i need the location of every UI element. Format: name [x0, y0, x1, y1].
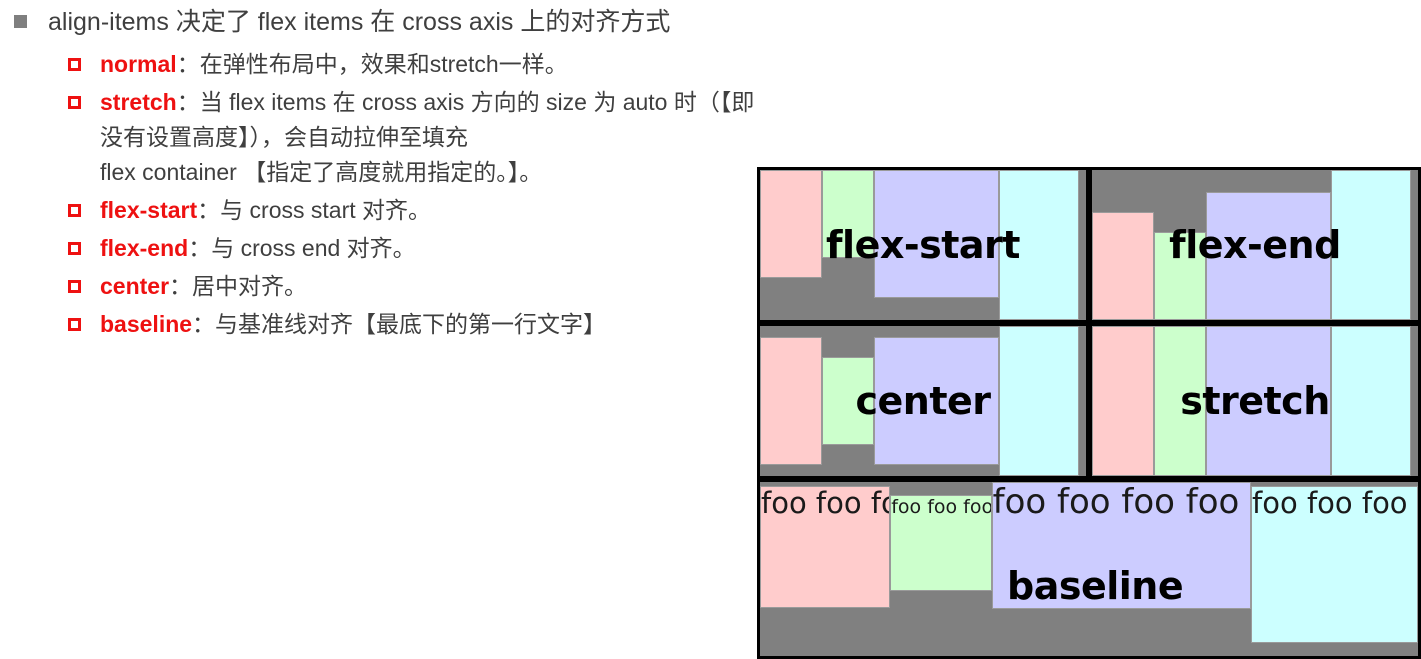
outline-item-separator: ： — [176, 51, 200, 77]
outline-item-body: normal：在弹性布局中，效果和stretch一样。 — [100, 47, 568, 82]
demo-panel-flex-start: flex-start — [757, 167, 1089, 323]
demo-box-green — [822, 170, 874, 258]
outline-item-separator: ： — [176, 89, 200, 115]
outline-item-body: flex-end：与 cross end 对齐。 — [100, 231, 416, 266]
outline-level1-item: align-items 决定了 flex items 在 cross axis … — [0, 6, 760, 39]
demo-box-text: foo foo foo — [891, 496, 992, 518]
outline-level1-text: align-items 决定了 flex items 在 cross axis … — [48, 8, 671, 36]
demo-box-green — [1154, 326, 1206, 476]
demo-box-cyan — [1331, 326, 1411, 476]
demo-panel-baseline: baseline foo foo foo foo foo foo foo foo… — [757, 479, 1421, 659]
filled-square-bullet-icon — [14, 15, 27, 28]
outline-item-baseline: baseline：与基准线对齐【最底下的第一行文字】 — [0, 307, 760, 342]
outline-item-keyword: flex-start — [100, 197, 198, 223]
outline-item-desc: 与 cross end 对齐。 — [211, 235, 416, 261]
hollow-square-bullet-icon — [68, 204, 81, 217]
demo-box-purple — [874, 170, 999, 298]
demo-box-purple: foo foo foo foo foo — [991, 482, 1252, 609]
demo-box-green — [822, 357, 874, 445]
outline-list: align-items 决定了 flex items 在 cross axis … — [0, 0, 760, 345]
demo-box-text: foo foo foo — [1252, 486, 1408, 520]
outline-item-desc: 居中对齐。 — [192, 273, 308, 299]
outline-item-stretch: stretch：当 flex items 在 cross axis 方向的 si… — [0, 85, 760, 190]
demo-box-pink — [1092, 212, 1154, 320]
outline-item-flex-end: flex-end：与 cross end 对齐。 — [0, 231, 760, 266]
demo-box-green: foo foo foo — [890, 495, 992, 591]
demo-box-purple — [1206, 192, 1331, 320]
demo-box-text: foo foo foo foo foo — [992, 482, 1250, 522]
demo-row-middle: center stretch — [757, 323, 1421, 479]
hollow-square-bullet-icon — [68, 242, 81, 255]
outline-item-desc-continued: flex container 【指定了高度就用指定的。】。 — [100, 159, 543, 185]
outline-item-separator: ： — [188, 235, 212, 261]
outline-item-separator: ： — [169, 273, 193, 299]
outline-item-body: flex-start：与 cross start 对齐。 — [100, 193, 431, 228]
outline-item-desc: 与 cross start 对齐。 — [220, 197, 432, 223]
demo-box-cyan: foo foo foo — [1251, 486, 1418, 643]
demo-box-text: foo foo foo — [761, 486, 889, 520]
outline-item-keyword: flex-end — [100, 235, 189, 261]
outline-item-normal: normal：在弹性布局中，效果和stretch一样。 — [0, 47, 760, 82]
outline-item-desc: 在弹性布局中，效果和stretch一样。 — [199, 51, 568, 77]
demo-box-green — [1154, 232, 1206, 320]
outline-item-separator: ： — [197, 197, 221, 223]
outline-item-keyword: center — [100, 273, 170, 299]
outline-item-separator: ： — [192, 311, 216, 337]
demo-box-pink — [1092, 326, 1154, 476]
outline-item-keyword: baseline — [100, 311, 193, 337]
outline-item-desc: 与基准线对齐【最底下的第一行文字】 — [215, 311, 607, 337]
demo-box-purple — [1206, 326, 1331, 476]
demo-panel-stretch: stretch — [1089, 323, 1421, 479]
hollow-square-bullet-icon — [68, 318, 81, 331]
demo-row-bottom: baseline foo foo foo foo foo foo foo foo… — [757, 479, 1421, 659]
outline-item-center: center：居中对齐。 — [0, 269, 760, 304]
hollow-square-bullet-icon — [68, 96, 81, 109]
demo-row-top: flex-start flex-end — [757, 167, 1421, 323]
demo-panel-flex-end: flex-end — [1089, 167, 1421, 323]
outline-item-body: center：居中对齐。 — [100, 269, 307, 304]
align-items-demo-figure: flex-start flex-end center stretch basel… — [757, 167, 1421, 659]
demo-box-purple — [874, 337, 999, 465]
demo-panel-center: center — [757, 323, 1089, 479]
demo-box-cyan — [999, 170, 1079, 320]
outline-item-keyword: normal — [100, 51, 177, 77]
demo-box-pink — [760, 170, 822, 278]
outline-item-keyword: stretch — [100, 89, 177, 115]
demo-box-cyan — [999, 326, 1079, 476]
hollow-square-bullet-icon — [68, 280, 81, 293]
demo-box-pink: foo foo foo — [760, 486, 891, 608]
hollow-square-bullet-icon — [68, 58, 81, 71]
demo-box-pink — [760, 337, 822, 465]
demo-box-cyan — [1331, 170, 1411, 320]
outline-item-body: baseline：与基准线对齐【最底下的第一行文字】 — [100, 307, 606, 342]
outline-item-body: stretch：当 flex items 在 cross axis 方向的 si… — [100, 85, 760, 190]
outline-item-flex-start: flex-start：与 cross start 对齐。 — [0, 193, 760, 228]
